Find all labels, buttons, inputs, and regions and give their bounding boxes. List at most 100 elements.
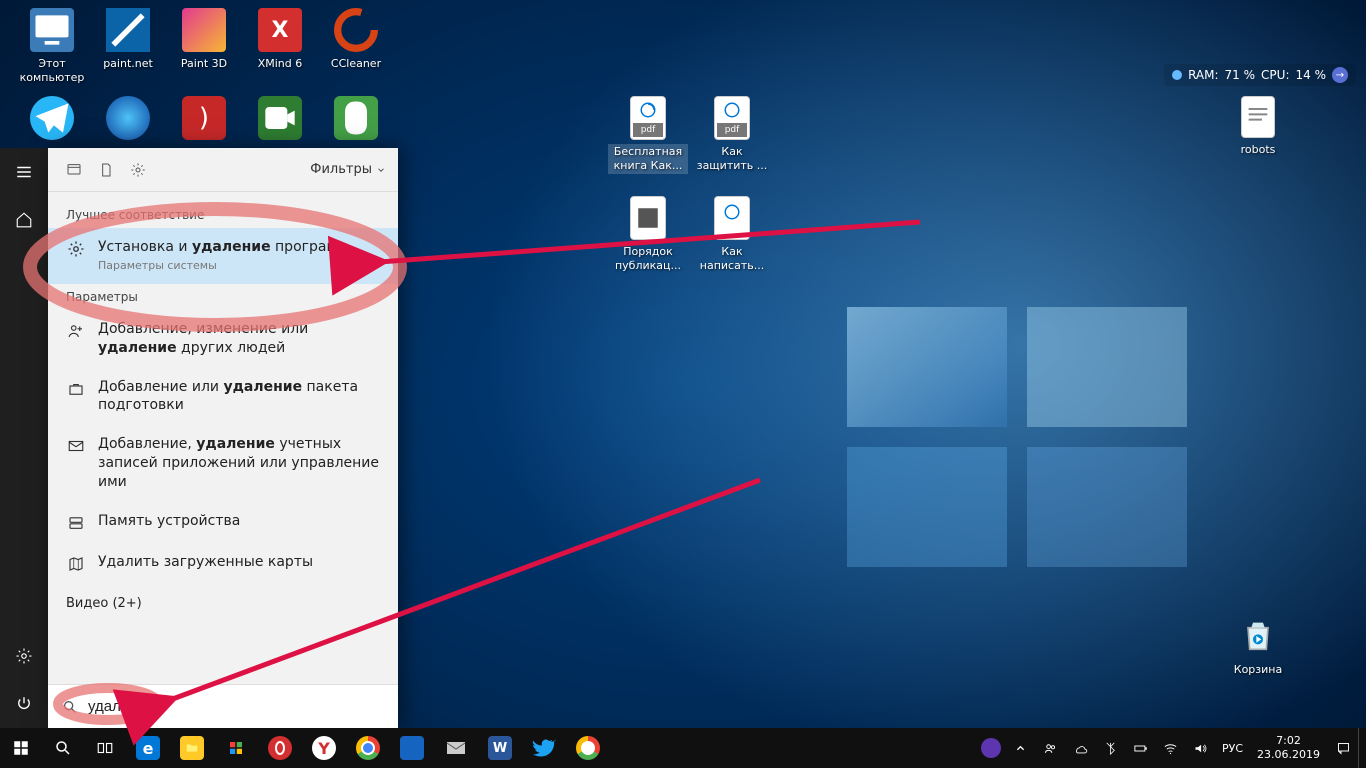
desktop-icon-app2[interactable]: ) [166,96,242,144]
desktop-file-pdf1[interactable]: pdf Бесплатная книга Как... [608,96,688,174]
desktop-file-label: Как написать... [692,244,772,274]
filters-label: Фильтры [310,162,372,177]
desktop-file-label: Как защитить ... [692,144,772,174]
desktop-icon-telegram[interactable] [14,96,90,144]
desktop-icon-this-pc[interactable]: Этоткомпьютер [14,8,90,86]
tray-overflow[interactable] [1006,728,1036,768]
result-subtitle: Параметры системы [98,259,380,274]
tray-clock[interactable]: 7:02 23.06.2019 [1249,734,1328,762]
desktop-icon-label: paint.net [90,56,166,72]
result-text: Установка и удаление программ [98,239,348,255]
rail-power-button[interactable] [0,680,48,728]
section-parameters: Параметры [48,284,398,310]
perf-expand-icon[interactable]: → [1332,67,1348,83]
search-button[interactable] [42,728,84,768]
performance-widget[interactable]: RAM: 71 % CPU: 14 % → [1164,64,1356,86]
result-install-remove-programs[interactable]: Установка и удаление программ Параметры … [48,228,398,284]
taskbar-app-yandex[interactable]: Y [302,728,346,768]
search-results-panel: Фильтры Лучшее соответствие Установка и … [48,148,398,728]
rail-expand-button[interactable] [0,148,48,196]
desktop-file-doc2[interactable]: Как написать... [692,196,772,274]
chevron-down-icon [376,165,386,175]
start-menu-rail [0,148,48,728]
tab-documents-icon[interactable] [92,156,120,184]
search-input[interactable] [88,698,384,715]
taskbar-app-paint[interactable] [390,728,434,768]
desktop-recycle-bin[interactable]: Корзина [1220,614,1296,678]
task-view-button[interactable] [84,728,126,768]
taskbar-app-mail[interactable] [434,728,478,768]
taskbar: e Y W РУС 7:02 23.06.2019 [0,728,1366,768]
desktop-icon-paintnet[interactable]: paint.net [90,8,166,72]
tab-apps-icon[interactable] [60,156,88,184]
mail-icon [66,436,86,456]
result-device-storage[interactable]: Память устройства [48,502,398,543]
storage-icon [66,513,86,533]
desktop-file-label: Порядок публикац... [608,244,688,274]
taskbar-app-edge[interactable]: e [126,728,170,768]
tray-wifi[interactable] [1156,728,1186,768]
ram-value: 71 % [1225,68,1256,82]
desktop-icon-xmind[interactable]: X XMind 6 [242,8,318,72]
desktop-icon-ccleaner[interactable]: CCleaner [318,8,394,72]
tab-settings-icon[interactable] [124,156,152,184]
cpu-label: CPU: [1261,68,1289,82]
desktop-file-label: Бесплатная книга Как... [608,144,688,174]
tray-onedrive[interactable] [1066,728,1096,768]
desktop-file-label: robots [1220,142,1296,158]
desktop-icon-camtasia[interactable] [242,96,318,144]
map-icon [66,554,86,574]
result-text: Удалить загруженные карты [98,553,380,572]
tray-notifications[interactable] [1328,728,1358,768]
gear-icon [66,239,86,259]
taskbar-app-twitter[interactable] [522,728,566,768]
taskbar-app-store[interactable] [214,728,258,768]
taskbar-app-opera[interactable] [258,728,302,768]
result-text: Добавление, изменение или удаление други… [98,320,380,358]
result-text: Добавление, удаление учетных записей при… [98,435,380,492]
tray-bluetooth[interactable] [1096,728,1126,768]
search-box[interactable] [48,684,398,728]
desktop-icon-evernote[interactable] [318,96,394,144]
result-app-accounts[interactable]: Добавление, удаление учетных записей при… [48,425,398,502]
start-button[interactable] [0,728,42,768]
desktop-icon-paint3d[interactable]: Paint 3D [166,8,242,72]
tray-date: 23.06.2019 [1257,748,1320,762]
tray-volume[interactable] [1186,728,1216,768]
desktop-icon-app[interactable] [90,96,166,144]
desktop-file-robots[interactable]: robots [1220,96,1296,158]
people-icon [66,321,86,341]
result-delete-maps[interactable]: Удалить загруженные карты [48,543,398,584]
rail-home-button[interactable] [0,196,48,244]
tray-alice[interactable] [976,728,1006,768]
taskbar-app-word[interactable]: W [478,728,522,768]
desktop-icon-label: CCleaner [318,56,394,72]
cpu-value: 14 % [1296,68,1327,82]
taskbar-app-chrome2[interactable] [566,728,610,768]
show-desktop-button[interactable] [1358,728,1366,768]
taskbar-app-chrome[interactable] [346,728,390,768]
result-provisioning-package[interactable]: Добавление или удаление пакета подготовк… [48,368,398,426]
result-add-remove-users[interactable]: Добавление, изменение или удаление други… [48,310,398,368]
desktop-file-doc1[interactable]: Порядок публикац... [608,196,688,274]
tray-people[interactable] [1036,728,1066,768]
result-text: Добавление или удаление пакета подготовк… [98,378,380,416]
perf-indicator-icon [1172,70,1182,80]
tray-battery[interactable] [1126,728,1156,768]
desktop-icon-label: Paint 3D [166,56,242,72]
rail-settings-button[interactable] [0,632,48,680]
tray-time: 7:02 [1257,734,1320,748]
desktop-icon-label: Этоткомпьютер [14,56,90,86]
search-panel-tabs: Фильтры [48,148,398,192]
search-icon [62,699,78,715]
desktop-icon-label: XMind 6 [242,56,318,72]
ram-label: RAM: [1188,68,1218,82]
filters-dropdown[interactable]: Фильтры [310,162,386,177]
result-text: Память устройства [98,512,380,531]
section-video: Видео (2+) [48,584,398,623]
desktop-file-pdf2[interactable]: pdf Как защитить ... [692,96,772,174]
taskbar-app-explorer[interactable] [170,728,214,768]
section-best-match: Лучшее соответствие [48,202,398,228]
recycle-bin-label: Корзина [1220,662,1296,678]
tray-language[interactable]: РУС [1216,742,1249,755]
